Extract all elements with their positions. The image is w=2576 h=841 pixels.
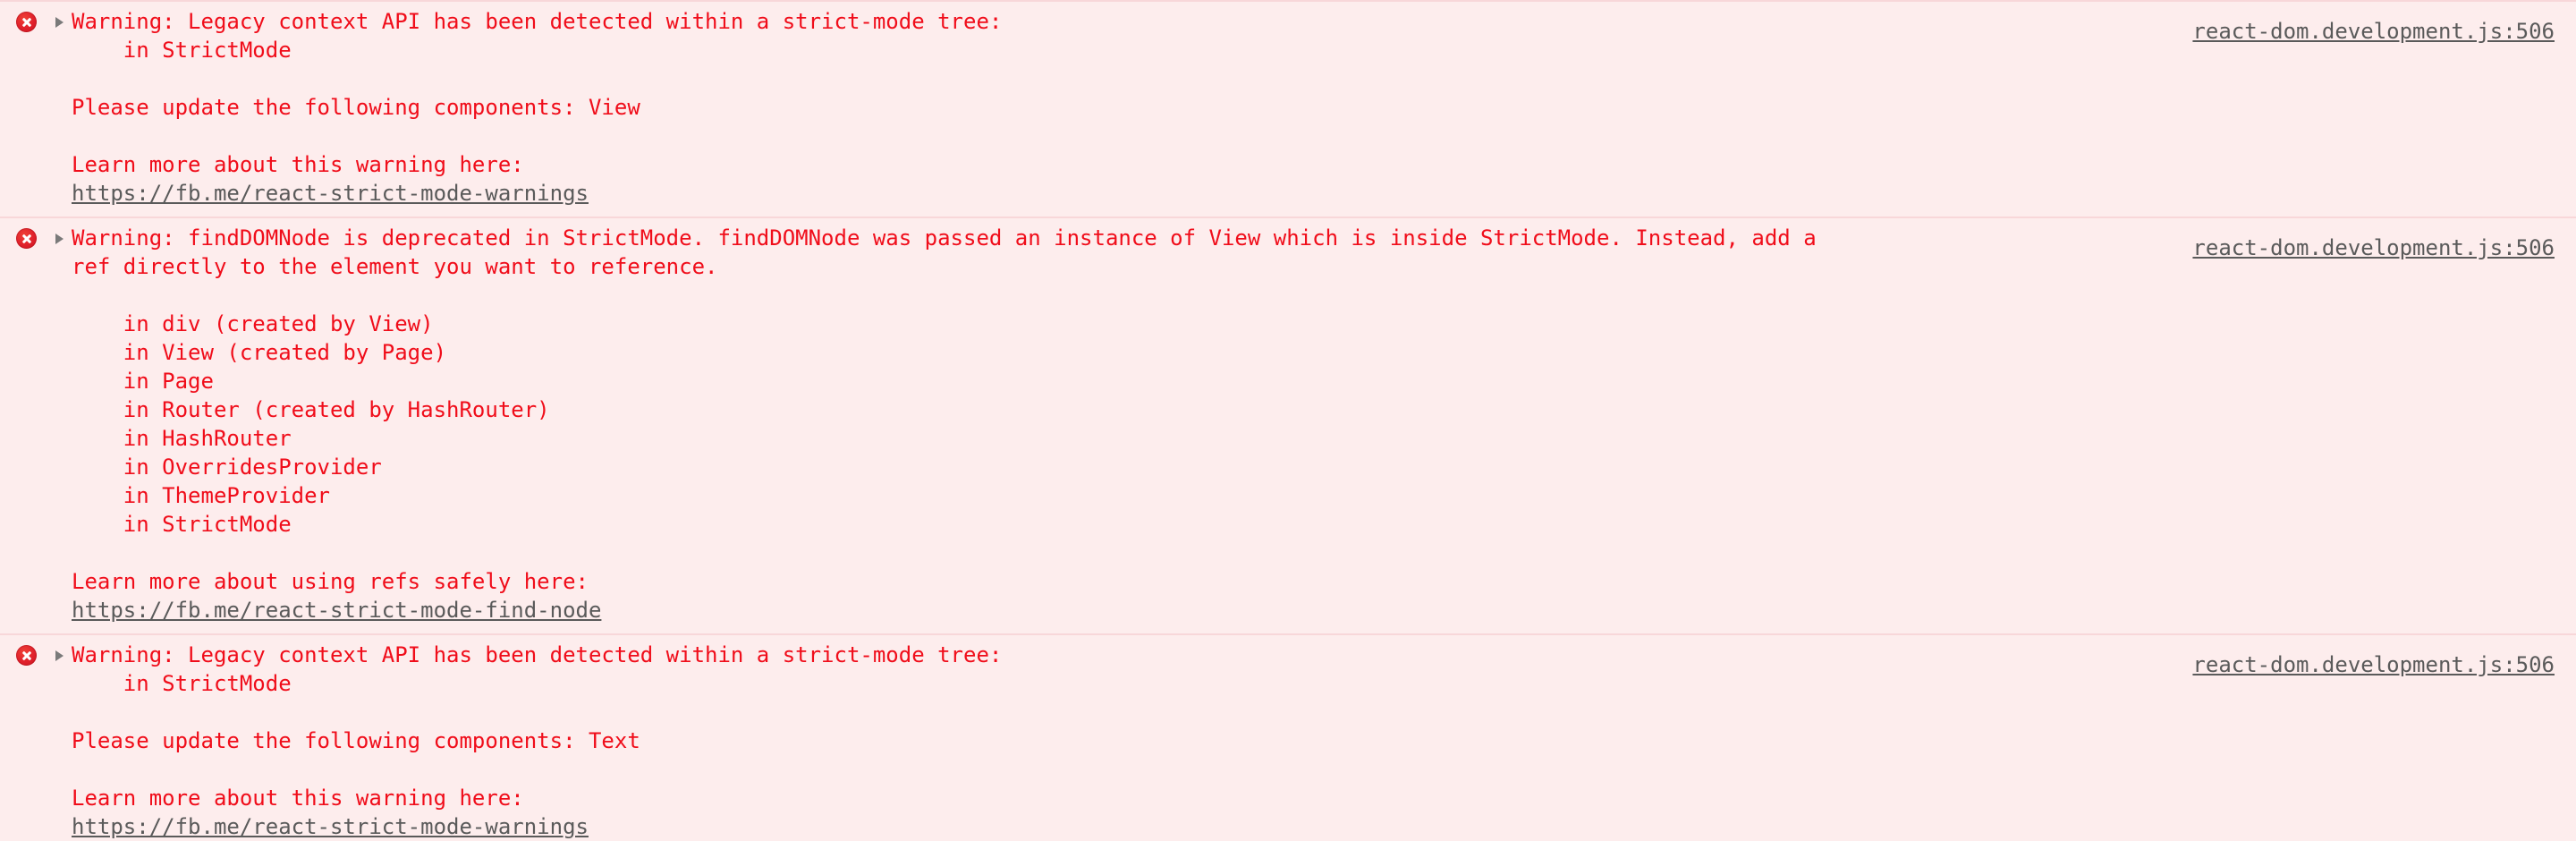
- console-message-line: Learn more about this warning here:: [72, 152, 524, 177]
- source-location-link[interactable]: react-dom.development.js:506: [2192, 234, 2555, 262]
- console-message-line: in OverridesProvider: [72, 454, 382, 480]
- console-message-line: Warning: Legacy context API has been det…: [72, 642, 1003, 667]
- console-message-line: in div (created by View): [72, 311, 434, 336]
- console-message-line: Please update the following components: …: [72, 728, 640, 753]
- console-message-line[interactable]: https://fb.me/react-strict-mode-warnings: [72, 179, 2021, 208]
- console-message-line[interactable]: https://fb.me/react-strict-mode-warnings: [72, 812, 2021, 841]
- console-message-line: in HashRouter: [72, 426, 292, 451]
- error-circle-x-icon: [16, 12, 37, 32]
- console-message-line: in View (created by Page): [72, 340, 447, 365]
- disclosure-triangle-right-icon[interactable]: [55, 650, 64, 661]
- disclosure-triangle-right-icon[interactable]: [55, 17, 64, 28]
- console-message-line: Learn more about using refs safely here:: [72, 569, 589, 594]
- console-message-body: Warning: findDOMNode is deprecated in St…: [72, 224, 2576, 624]
- console-message-line: in Page: [72, 369, 214, 394]
- source-location-link[interactable]: react-dom.development.js:506: [2192, 17, 2555, 46]
- console-panel: react-dom.development.js:506 Warning: Leg…: [0, 0, 2576, 841]
- console-message-line: in StrictMode: [72, 38, 292, 63]
- console-message[interactable]: react-dom.development.js:506 Warning: Leg…: [0, 633, 2576, 841]
- external-doc-link[interactable]: https://fb.me/react-strict-mode-warnings: [72, 181, 589, 206]
- external-doc-link[interactable]: https://fb.me/react-strict-mode-find-nod…: [72, 598, 601, 623]
- console-message[interactable]: react-dom.development.js:506 Warning: Leg…: [0, 0, 2576, 217]
- console-message-line[interactable]: https://fb.me/react-strict-mode-find-nod…: [72, 596, 2576, 624]
- external-doc-link[interactable]: https://fb.me/react-strict-mode-warnings: [72, 814, 589, 839]
- console-message-line: in StrictMode: [72, 671, 292, 696]
- console-message-body: Warning: Legacy context API has been det…: [72, 7, 2021, 208]
- console-message-line: Warning: Legacy context API has been det…: [72, 9, 1003, 34]
- console-message-line: Learn more about this warning here:: [72, 786, 524, 811]
- source-location-link[interactable]: react-dom.development.js:506: [2192, 650, 2555, 679]
- disclosure-triangle-right-icon[interactable]: [55, 234, 64, 244]
- console-message[interactable]: react-dom.development.js:506 Warning: fin…: [0, 217, 2576, 633]
- console-message-line: in StrictMode: [72, 512, 292, 537]
- error-circle-x-icon: [16, 645, 37, 666]
- console-message-line: in ThemeProvider: [72, 483, 330, 508]
- error-circle-x-icon: [16, 228, 37, 249]
- console-message-body: Warning: Legacy context API has been det…: [72, 641, 2021, 841]
- console-message-line: in Router (created by HashRouter): [72, 397, 550, 422]
- console-message-line: Please update the following components: …: [72, 95, 640, 120]
